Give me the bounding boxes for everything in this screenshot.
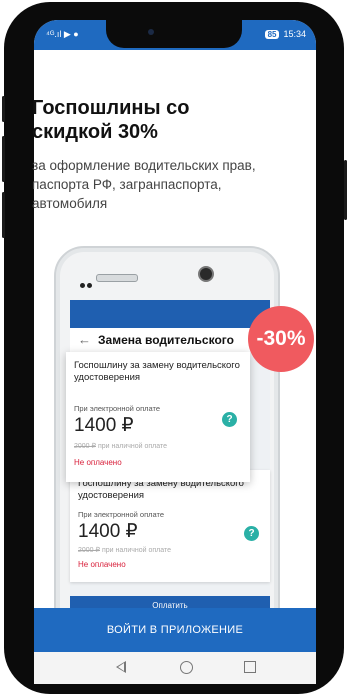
old-price-value: 2000 ₽ [74, 443, 96, 450]
fee-card-front: Госпошлину за замену водительского удост… [66, 352, 250, 482]
notch [106, 20, 242, 48]
clock: 15:34 [283, 29, 306, 39]
device-speaker-icon [96, 274, 138, 282]
front-camera-icon [148, 29, 154, 35]
device-camera-icon [198, 266, 214, 282]
phone-side-button [2, 136, 5, 182]
fee-card-status: Не оплачено [74, 458, 122, 467]
fee-card-back: Госпошлину за замену водительского удост… [70, 470, 270, 582]
login-app-button[interactable]: ВОЙТИ В ПРИЛОЖЕНИЕ [34, 608, 316, 652]
phone-side-button [2, 96, 5, 122]
status-right: 85 15:34 [264, 29, 306, 39]
illustration-title-bar: ← Замена водительского [70, 328, 270, 352]
illustration-title: Замена водительского [98, 333, 234, 347]
battery-icon: 85 [264, 29, 280, 39]
fee-card-label: При электронной оплате [74, 404, 161, 413]
help-icon: ? [222, 412, 237, 427]
nav-back-icon[interactable] [116, 661, 126, 673]
fee-card-old-price: 2000 ₽ при наличной оплате [74, 442, 167, 450]
fee-card-old-price: 2000 ₽ при наличной оплате [78, 546, 171, 554]
status-icons: ⁴ᴳ.ıl ▶ ● [46, 29, 79, 40]
illustration-app-bar [70, 300, 270, 328]
signal-icon: ⁴ᴳ.ıl ▶ ● [46, 29, 79, 39]
android-nav-bar [34, 652, 316, 684]
fee-card-title: Госпошлину за замену водительского удост… [74, 360, 240, 383]
back-arrow-icon: ← [78, 332, 91, 347]
fee-card-label: При электронной оплате [78, 510, 165, 519]
phone-power-button [344, 160, 347, 220]
promo-subtitle: за оформление водительских прав, паспорт… [32, 158, 256, 211]
discount-badge: -30% [248, 306, 314, 372]
fee-card-status: Не оплачено [78, 560, 126, 569]
old-price-suffix: при наличной оплате [97, 443, 168, 450]
old-price-value: 2000 ₽ [78, 547, 100, 554]
nav-recents-icon[interactable] [244, 661, 256, 673]
promo-headline: Госпошлины со скидкой 30% [32, 97, 190, 143]
device-sensor-icon [80, 275, 94, 288]
nav-home-icon[interactable] [180, 661, 193, 674]
help-icon: ? [244, 526, 259, 541]
old-price-suffix: при наличной оплате [101, 547, 172, 554]
fee-card-price: 1400 ₽ [78, 521, 138, 542]
phone-side-button [2, 192, 5, 238]
fee-card-price: 1400 ₽ [74, 415, 134, 436]
